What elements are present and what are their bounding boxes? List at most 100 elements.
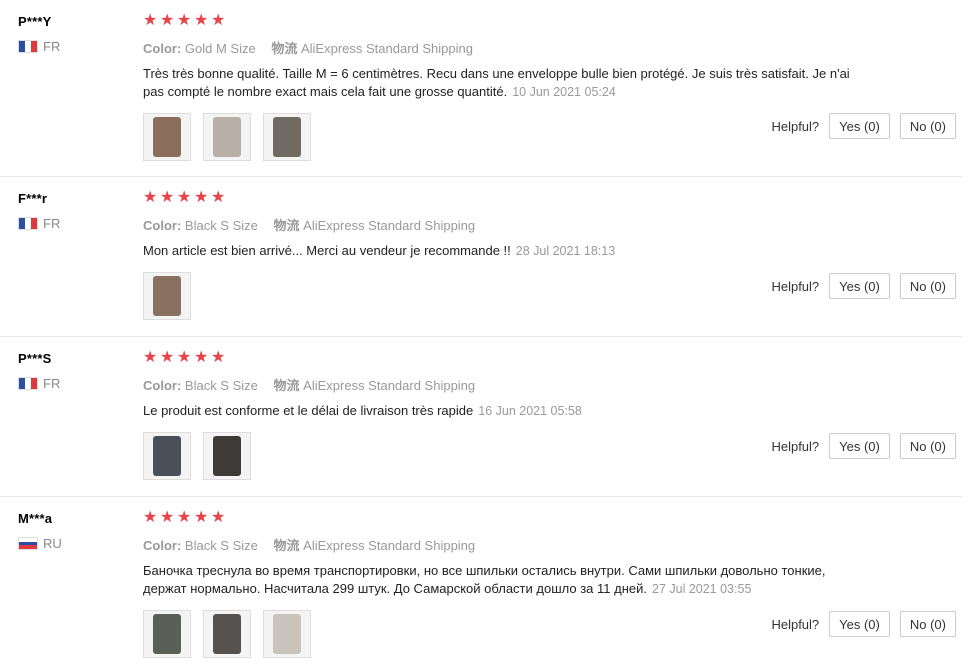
helpful-yes-button[interactable]: Yes (0) xyxy=(829,113,890,139)
reviewer-country: FR xyxy=(18,376,128,391)
star-icon: ★ xyxy=(177,189,192,206)
france-flag-icon xyxy=(18,217,38,230)
review-photo[interactable] xyxy=(143,610,191,658)
star-icon: ★ xyxy=(211,509,226,526)
helpful-no-button[interactable]: No (0) xyxy=(899,273,956,299)
star-icon: ★ xyxy=(194,189,209,206)
review-photos xyxy=(143,272,863,320)
reviewer-info: P***S FR xyxy=(18,351,128,391)
shipping-value: AliExpress Standard Shipping xyxy=(303,378,476,393)
review-card: M***a RU ★ ★ ★ ★ ★ Color: Black S Size 物流 Al… xyxy=(0,497,962,666)
reviewer-name: P***S xyxy=(18,351,52,366)
review-card: P***Y FR ★ ★ ★ ★ ★ Color: Gold M Size 物流 Ali… xyxy=(0,0,962,177)
star-rating: ★ ★ ★ ★ ★ xyxy=(143,349,863,367)
reviewer-info: M***a RU xyxy=(18,511,128,551)
review-date: 10 Jun 2021 05:24 xyxy=(512,85,616,99)
star-icon: ★ xyxy=(143,509,158,526)
reviewer-name: P***Y xyxy=(18,14,52,29)
france-flag-icon xyxy=(18,377,38,390)
review-text: Mon article est bien arrivé... Merci au … xyxy=(143,242,855,260)
helpful-yes-button[interactable]: Yes (0) xyxy=(829,611,890,637)
review-card: F***r FR ★ ★ ★ ★ ★ Color: Black S Size 物流 Al… xyxy=(0,177,962,337)
star-icon: ★ xyxy=(160,509,175,526)
helpful-label: Helpful? xyxy=(771,616,820,632)
star-rating: ★ ★ ★ ★ ★ xyxy=(143,12,863,30)
review-body: Très très bonne qualité. Taille M = 6 ce… xyxy=(143,66,850,99)
helpful-label: Helpful? xyxy=(771,118,820,134)
helpful-no-button[interactable]: No (0) xyxy=(899,433,956,459)
star-icon: ★ xyxy=(160,189,175,206)
color-label: Color: xyxy=(143,218,182,233)
shipping-label: 物流 xyxy=(273,538,300,553)
reviewer-country: RU xyxy=(18,536,128,551)
review-text: Баночка треснула во время транспортировк… xyxy=(143,562,855,598)
reviewer-info: F***r FR xyxy=(18,191,128,231)
country-code: FR xyxy=(43,216,61,231)
review-photos xyxy=(143,610,863,658)
helpful-no-button[interactable]: No (0) xyxy=(899,113,956,139)
star-icon: ★ xyxy=(143,349,158,366)
country-code: FR xyxy=(43,39,61,54)
shipping-label: 物流 xyxy=(273,218,300,233)
russia-flag-icon xyxy=(18,537,38,550)
review-meta: Color: Black S Size 物流 AliExpress Standa… xyxy=(143,375,863,394)
helpful-label: Helpful? xyxy=(771,438,820,454)
color-label: Color: xyxy=(143,538,182,553)
review-photo[interactable] xyxy=(143,272,191,320)
review-body: Mon article est bien arrivé... Merci au … xyxy=(143,243,511,258)
review-meta: Color: Black S Size 物流 AliExpress Standa… xyxy=(143,215,863,234)
star-icon: ★ xyxy=(160,12,175,29)
star-icon: ★ xyxy=(211,12,226,29)
review-text: Très très bonne qualité. Taille M = 6 ce… xyxy=(143,65,855,101)
star-icon: ★ xyxy=(211,189,226,206)
reviewer-name: F***r xyxy=(18,191,48,206)
color-label: Color: xyxy=(143,41,182,56)
review-photo[interactable] xyxy=(143,113,191,161)
color-value: Black S Size xyxy=(184,538,258,553)
shipping-value: AliExpress Standard Shipping xyxy=(300,41,473,56)
star-icon: ★ xyxy=(160,349,175,366)
review-photo[interactable] xyxy=(203,610,251,658)
review-photo[interactable] xyxy=(263,113,311,161)
review-photos xyxy=(143,432,863,480)
review-content: ★ ★ ★ ★ ★ Color: Black S Size 物流 AliExpress … xyxy=(143,189,863,320)
review-body: Le produit est conforme et le délai de l… xyxy=(143,403,474,418)
helpful-controls: Helpful? Yes (0) No (0) xyxy=(771,273,956,299)
color-value: Gold M Size xyxy=(184,41,256,56)
review-text: Le produit est conforme et le délai de l… xyxy=(143,402,855,420)
helpful-no-button[interactable]: No (0) xyxy=(899,611,956,637)
star-icon: ★ xyxy=(177,349,192,366)
reviewer-country: FR xyxy=(18,39,128,54)
star-rating: ★ ★ ★ ★ ★ xyxy=(143,189,863,207)
shipping-value: AliExpress Standard Shipping xyxy=(303,218,476,233)
review-meta: Color: Gold M Size 物流 AliExpress Standar… xyxy=(143,38,863,57)
review-photo[interactable] xyxy=(203,113,251,161)
review-photo[interactable] xyxy=(203,432,251,480)
star-icon: ★ xyxy=(194,509,209,526)
review-photos xyxy=(143,113,863,161)
shipping-value: AliExpress Standard Shipping xyxy=(303,538,476,553)
helpful-label: Helpful? xyxy=(771,278,820,294)
color-label: Color: xyxy=(143,378,182,393)
helpful-controls: Helpful? Yes (0) No (0) xyxy=(771,433,956,459)
review-meta: Color: Black S Size 物流 AliExpress Standa… xyxy=(143,535,863,554)
helpful-controls: Helpful? Yes (0) No (0) xyxy=(771,113,956,139)
france-flag-icon xyxy=(18,40,38,53)
shipping-label: 物流 xyxy=(271,41,298,56)
review-photo[interactable] xyxy=(143,432,191,480)
shipping-label: 物流 xyxy=(273,378,300,393)
star-icon: ★ xyxy=(194,12,209,29)
helpful-yes-button[interactable]: Yes (0) xyxy=(829,433,890,459)
reviewer-info: P***Y FR xyxy=(18,14,128,54)
reviewer-name: M***a xyxy=(18,511,53,526)
country-code: FR xyxy=(43,376,61,391)
helpful-yes-button[interactable]: Yes (0) xyxy=(829,273,890,299)
review-photo[interactable] xyxy=(263,610,311,658)
star-icon: ★ xyxy=(143,12,158,29)
star-icon: ★ xyxy=(177,509,192,526)
star-rating: ★ ★ ★ ★ ★ xyxy=(143,509,863,527)
review-card: P***S FR ★ ★ ★ ★ ★ Color: Black S Size 物流 Al… xyxy=(0,337,962,497)
helpful-controls: Helpful? Yes (0) No (0) xyxy=(771,611,956,637)
star-icon: ★ xyxy=(211,349,226,366)
reviewer-country: FR xyxy=(18,216,128,231)
